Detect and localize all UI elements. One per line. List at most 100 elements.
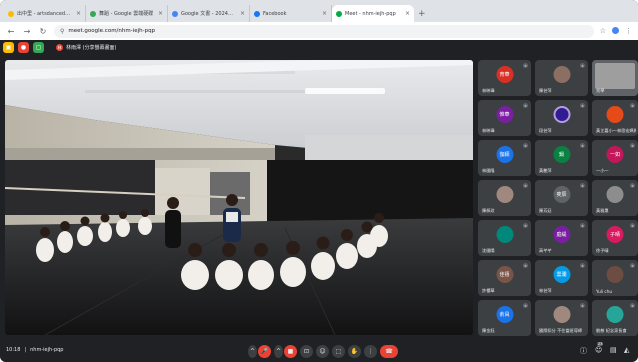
close-tab-icon[interactable]: × (322, 10, 327, 17)
browser-tab[interactable]: Google 文書 - 2024學年 × (168, 5, 250, 22)
participant-name: 劉慈 紀念家長會 (596, 328, 627, 333)
participant-tile[interactable]: ✕ 劉慈 紀念家長會 (592, 300, 638, 336)
chat-icon: ▤ (610, 346, 617, 354)
participant-name: 徐子晴 (596, 248, 609, 253)
tab-favicon-icon (172, 10, 178, 17)
mic-off-icon: ✕ (630, 223, 635, 228)
participant-name: 段芸萍 (539, 128, 552, 133)
more-options-left-button[interactable]: ^ (248, 345, 257, 358)
new-tab-button[interactable]: + (418, 9, 426, 19)
participant-name: 兆學 (596, 88, 605, 93)
participant-tile[interactable]: 惟華 ✕ 林映瑋 (478, 100, 531, 136)
meet-app-icon[interactable]: ▢ (33, 42, 44, 53)
participant-photo (496, 186, 513, 203)
reactions-button[interactable]: ☺ (316, 345, 329, 358)
tab-favicon-icon (254, 10, 260, 17)
participant-name: 林映瑋 (482, 88, 495, 93)
forward-button[interactable]: → (22, 27, 32, 36)
back-button[interactable]: ← (6, 27, 16, 36)
presenter-avatar: 林 (56, 44, 63, 51)
meeting-code: nhm-iejh-pqp (30, 347, 64, 353)
address-bar[interactable]: ⚲ meet.google.com/nhm-iejh-pqp (54, 24, 594, 38)
captions-button[interactable]: ⊡ (300, 345, 313, 358)
participant-name: 陳芳廷 (539, 208, 552, 213)
present-now-button[interactable]: ⬚ (332, 345, 345, 358)
participant-tile[interactable]: 庭緹 ✕ 高芊芊 (535, 220, 588, 256)
participant-name: Yuli chu (596, 289, 612, 294)
record-icon[interactable]: ● (18, 42, 29, 53)
dance-studio-video (5, 60, 473, 335)
mic-off-icon: ✕ (523, 63, 528, 68)
meet-header: ▣ ● ▢ 林 林雨澤 (分享螢幕畫面) (0, 40, 638, 55)
participant-tile[interactable]: ✕ 段芸萍 (535, 100, 588, 136)
presenter-chip: 林 林雨澤 (分享螢幕畫面) (56, 44, 117, 51)
participant-tile-video[interactable]: 兆學 (592, 60, 638, 96)
participant-tile[interactable]: 佳禧 ✕ 許櫻華 (478, 260, 531, 296)
participant-avatar: 育華 (496, 66, 513, 83)
participant-tile[interactable]: 育華 ✕ 林映瑋 (478, 60, 531, 96)
participant-avatar: 奕辰 (553, 186, 570, 203)
participant-tile[interactable]: 一如 ✕ 一小一 (592, 140, 638, 176)
participant-name: 黃雅惠 (596, 208, 609, 213)
chat-button[interactable]: ▤ (610, 346, 617, 354)
raise-hand-button[interactable]: ✋ (348, 345, 361, 358)
browser-tab[interactable]: 舞蹈 - Google 雲端硬碟 × (86, 5, 168, 22)
browser-tab[interactable]: 出中里 - artsdancedeluxe.com× (4, 5, 86, 22)
participant-tile[interactable]: 子晴 ✕ 徐子晴 (592, 220, 638, 256)
mic-off-icon: ✕ (523, 303, 528, 308)
participant-tile[interactable]: ✕ 黃芷嘉小一林思宏媽媽 (592, 100, 638, 136)
close-tab-icon[interactable]: × (240, 10, 245, 17)
participant-tile[interactable]: ✕ Yuli chu (592, 260, 638, 296)
tab-label: 出中里 - artsdancedeluxe.com (17, 11, 73, 17)
mic-off-icon: ✕ (630, 103, 635, 108)
more-options-left-button[interactable]: ^ (274, 345, 283, 358)
more-vert-icon: ⋮ (367, 348, 374, 355)
participant-avatar (606, 306, 624, 323)
participant-name: 陳佩玟 (482, 208, 495, 213)
browser-toolbar: ← → ↻ ⚲ meet.google.com/nhm-iejh-pqp ☆ ⋮ (0, 22, 638, 40)
participant-tile[interactable]: ✕ 陳芸萍 (535, 60, 588, 96)
mic-off-icon: ✕ (630, 143, 635, 148)
close-tab-icon[interactable]: × (76, 10, 81, 17)
browser-tab[interactable]: Facebook × (250, 5, 332, 22)
site-info-icon[interactable]: ⚲ (60, 28, 64, 35)
meeting-time: 10:18 (6, 347, 21, 353)
participant-tile[interactable]: 鍋 ✕ 黃艷萍 (535, 140, 588, 176)
participant-tile[interactable]: ✕ 陳佩玟 (478, 180, 531, 216)
participant-tile[interactable]: ✕ 沈國陽 (478, 220, 531, 256)
people-button[interactable]: ☺ (595, 346, 602, 354)
reload-button[interactable]: ↻ (38, 27, 48, 36)
camera-toggle-button[interactable]: ■ (284, 345, 297, 358)
profile-icon[interactable] (612, 27, 619, 34)
participant-name: 黃芷嘉小一林思宏媽媽 (596, 128, 636, 133)
participant-name: 許櫻華 (482, 288, 495, 293)
participant-tile[interactable]: 雲瀾 ✕ 林芸萍 (535, 260, 588, 296)
activities-button[interactable]: ◭ (624, 346, 629, 354)
participant-tile[interactable]: ✕ 黃雅惠 (592, 180, 638, 216)
participant-tile[interactable]: 伽穎 ✕ 林國隆 (478, 140, 531, 176)
captions-icon: ⊡ (303, 348, 310, 355)
microphone-toggle-button[interactable]: 🎤 (258, 345, 271, 358)
close-tab-icon[interactable]: × (158, 10, 163, 17)
participant-tile[interactable]: 奕辰 ✕ 陳芳廷 (535, 180, 588, 216)
leave-call-button[interactable]: ☎ (380, 345, 398, 358)
participant-grid: 育華 ✕ 林映瑋 ✕ 陳芸萍 兆學 惟華 ✕ 林映瑋 ✕ 段芸萍 ✕ 黃芷嘉小一… (478, 60, 638, 336)
participant-tile[interactable]: ✕ 國際扣分 不住當班導師 (535, 300, 588, 336)
browser-menu-icon[interactable]: ⋮ (625, 27, 632, 35)
meeting-info-button[interactable]: ⓘ (580, 346, 587, 356)
close-tab-icon[interactable]: × (405, 10, 410, 17)
mic-off-icon: ✕ (523, 143, 528, 148)
participant-video (595, 63, 635, 89)
app-icon[interactable]: ▣ (3, 42, 14, 53)
participant-avatar: 庭緹 (553, 226, 570, 243)
mic-off-icon: ✕ (523, 103, 528, 108)
hang-up-icon: ☎ (385, 348, 393, 355)
tab-favicon-icon (90, 10, 96, 17)
browser-tab-active[interactable]: Meet - nhm-iejh-pqp × (332, 5, 414, 22)
mic-off-icon: ✕ (630, 263, 635, 268)
more-options-button[interactable]: ⋮ (364, 345, 377, 358)
bookmark-star-icon[interactable]: ☆ (600, 27, 606, 35)
participant-avatar: 伽穎 (496, 146, 513, 163)
participant-name: 林映瑋 (482, 128, 495, 133)
participant-tile[interactable]: 俞員 ✕ 陳金鈺 (478, 300, 531, 336)
